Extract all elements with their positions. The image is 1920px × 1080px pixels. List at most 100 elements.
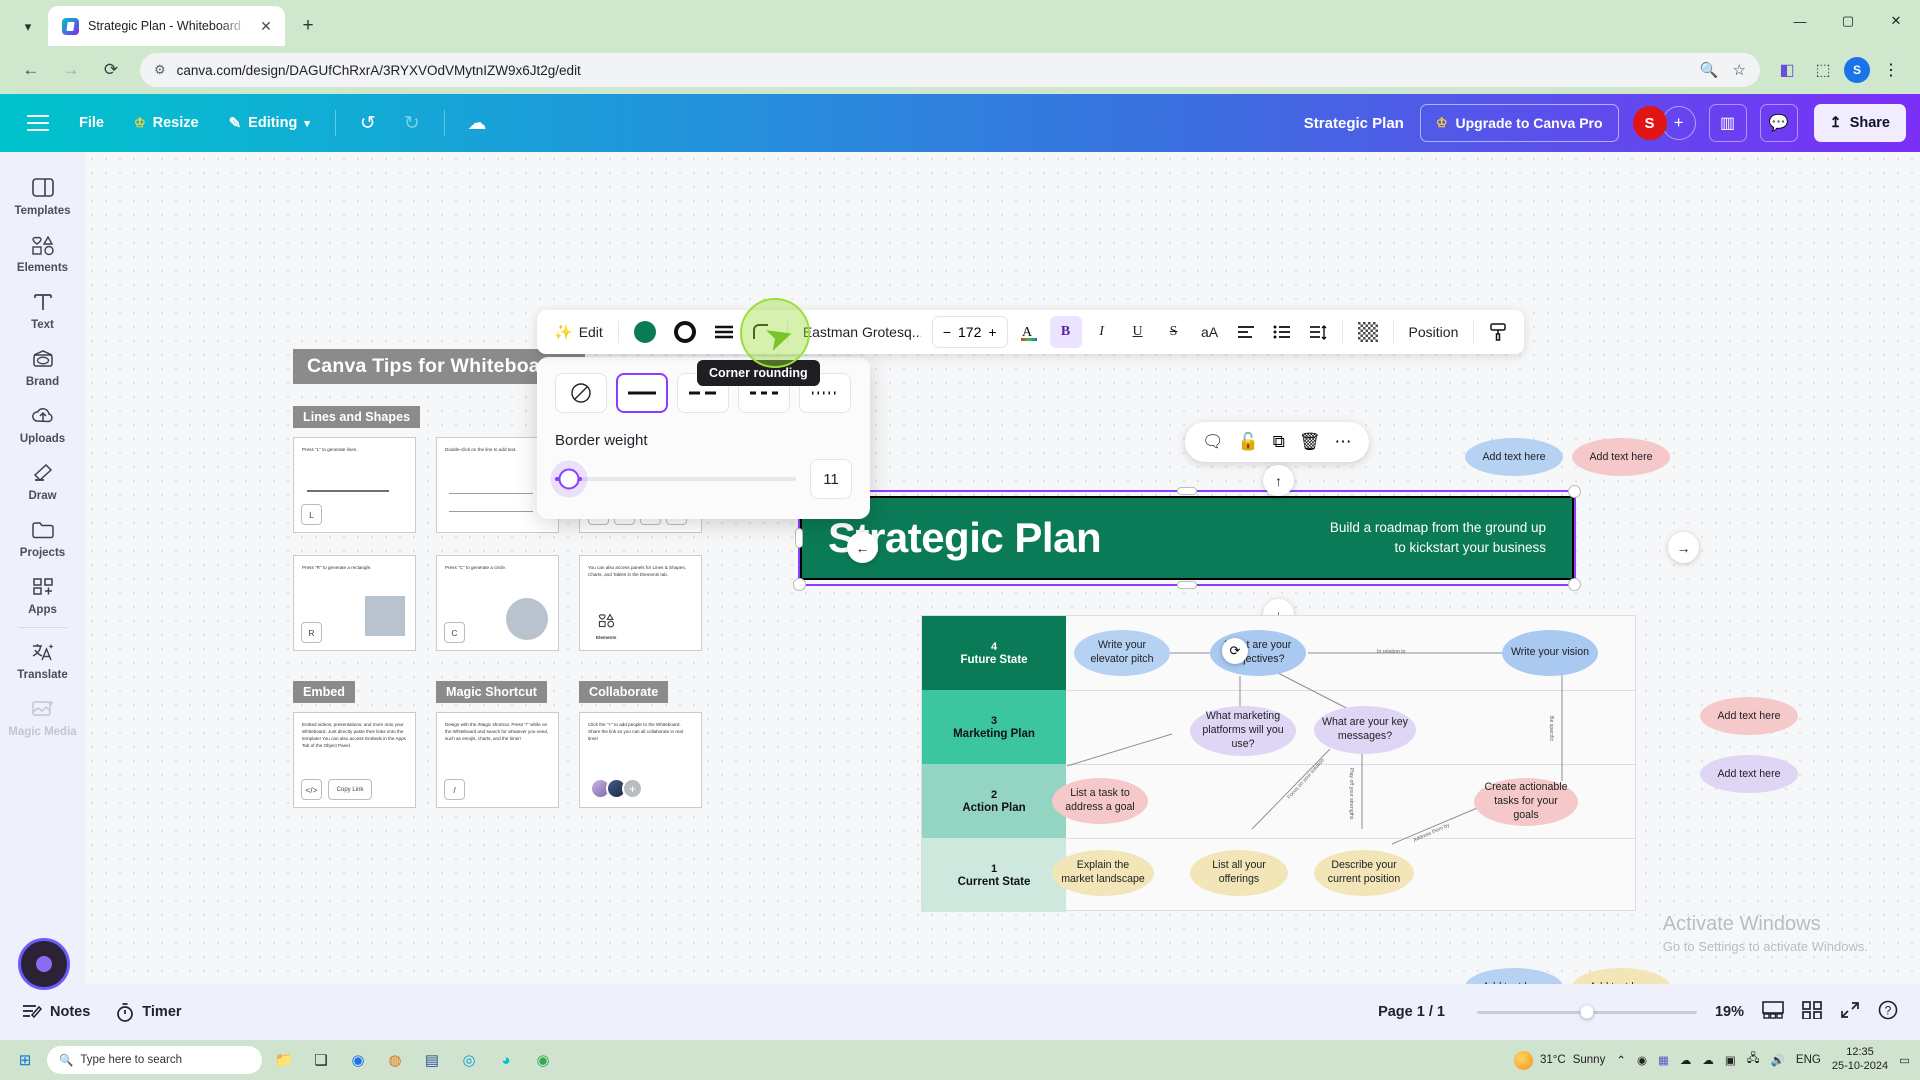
tray-onedrive-icon[interactable]: ☁ — [1680, 1053, 1692, 1067]
list-button[interactable] — [1266, 316, 1298, 348]
extensions-puzzle-icon[interactable]: ⬚ — [1808, 55, 1838, 85]
font-color-button[interactable]: A — [1012, 316, 1046, 348]
site-settings-icon[interactable]: ⚙ — [154, 62, 166, 78]
sidebar-item-translate[interactable]: Translate — [5, 630, 81, 687]
more-icon[interactable]: ⋯ — [1335, 432, 1352, 452]
transparency-button[interactable] — [1351, 316, 1385, 348]
resize-handle-top[interactable] — [1177, 487, 1197, 495]
fullscreen-icon[interactable] — [1840, 1001, 1860, 1024]
zoom-slider-knob[interactable] — [1580, 1005, 1594, 1019]
border-weight-value[interactable]: 11 — [810, 459, 852, 499]
sidebar-item-magic-media[interactable]: Magic Media — [5, 687, 81, 744]
add-text-bubble[interactable]: Add text here — [1572, 968, 1670, 984]
notification-center-icon[interactable]: ▭ — [1899, 1053, 1910, 1067]
recorder-button[interactable] — [18, 938, 70, 990]
add-text-bubble[interactable]: Add text here — [1700, 697, 1798, 735]
font-size-increase[interactable]: + — [988, 324, 996, 340]
diagram-node[interactable]: Explain the market landscape — [1052, 850, 1154, 896]
resize-handle-bl[interactable] — [793, 578, 806, 591]
start-button[interactable]: ⊞ — [10, 1045, 40, 1075]
strikethrough-button[interactable]: S — [1158, 316, 1190, 348]
window-minimize-button[interactable]: — — [1776, 4, 1824, 38]
strategic-plan-banner[interactable]: Strategic Plan Build a roadmap from the … — [800, 496, 1574, 580]
reload-icon[interactable]: ⟳ — [94, 53, 128, 87]
diagram-node[interactable]: Write your elevator pitch — [1074, 630, 1170, 676]
tray-record-icon[interactable]: ◉ — [1637, 1053, 1647, 1067]
window-maximize-button[interactable]: ▢ — [1824, 4, 1872, 38]
move-up-button[interactable]: ↑ — [1263, 465, 1294, 496]
file-menu-button[interactable]: File — [66, 104, 117, 142]
add-text-bubble[interactable]: Add text here — [1572, 438, 1670, 476]
border-style-button[interactable] — [707, 316, 741, 348]
taskbar-taskview-icon[interactable]: ❏ — [306, 1045, 336, 1075]
main-menu-button[interactable] — [14, 104, 62, 142]
diagram-stage-1[interactable]: 1 Current State — [922, 838, 1066, 912]
diagram-stage-2[interactable]: 2 Action Plan — [922, 764, 1066, 838]
border-weight-slider[interactable] — [555, 468, 796, 490]
duplicate-icon[interactable]: ⧉ — [1273, 432, 1285, 452]
sidebar-item-elements[interactable]: Elements — [5, 223, 81, 280]
tray-language[interactable]: ENG — [1796, 1054, 1821, 1066]
help-icon[interactable]: ? — [1878, 1000, 1898, 1025]
sidebar-item-draw[interactable]: Draw — [5, 451, 81, 508]
tray-cloud-icon[interactable]: ☁ — [1702, 1053, 1714, 1067]
tip-card[interactable]: You can also access panels for Lines & S… — [579, 555, 702, 651]
share-button[interactable]: ↥ Share — [1813, 104, 1906, 142]
sidebar-item-text[interactable]: Text — [5, 280, 81, 337]
weather-widget[interactable]: 31°C Sunny — [1514, 1050, 1605, 1070]
forward-icon[interactable]: → — [54, 53, 88, 87]
timer-button[interactable]: Timer — [116, 1002, 182, 1022]
bookmark-star-icon[interactable]: ☆ — [1733, 61, 1746, 79]
zoom-percent[interactable]: 19% — [1715, 1004, 1744, 1020]
sidebar-item-brand[interactable]: Brand — [5, 337, 81, 394]
sidebar-item-uploads[interactable]: Uploads — [5, 394, 81, 451]
add-text-bubble[interactable]: Add text here — [1465, 968, 1563, 984]
browser-menu-icon[interactable]: ⋮ — [1876, 55, 1906, 85]
font-size-decrease[interactable]: − — [943, 324, 951, 340]
undo-button[interactable]: ↺ — [348, 103, 388, 143]
resize-handle-bottom[interactable] — [1177, 581, 1197, 589]
sidebar-item-templates[interactable]: Templates — [5, 166, 81, 223]
taskbar-canva-icon[interactable]: ◕ — [491, 1045, 521, 1075]
user-avatar[interactable]: S — [1632, 106, 1667, 140]
taskbar-search[interactable]: 🔍 Type here to search — [47, 1046, 262, 1074]
border-style-solid[interactable] — [616, 373, 668, 413]
sidebar-item-projects[interactable]: Projects — [5, 508, 81, 565]
invite-members-button[interactable]: + — [1661, 106, 1696, 140]
add-text-bubble[interactable]: Add text here — [1465, 438, 1563, 476]
browser-profile-avatar[interactable]: S — [1844, 57, 1870, 83]
slider-knob[interactable] — [558, 468, 580, 490]
underline-button[interactable]: U — [1122, 316, 1154, 348]
grid-view-icon[interactable] — [1802, 1000, 1822, 1024]
tab-list-chevron-icon[interactable]: ▾ — [8, 8, 48, 46]
move-left-button[interactable]: ← — [847, 532, 878, 563]
copy-style-button[interactable] — [1482, 316, 1514, 348]
diagram-node[interactable]: What are your key messages? — [1314, 706, 1416, 754]
font-family-button[interactable]: Eastman Grotesq... — [796, 316, 928, 348]
page-view-icon[interactable] — [1762, 1000, 1784, 1024]
italic-button[interactable]: I — [1086, 316, 1118, 348]
font-size-stepper[interactable]: − 172 + — [931, 316, 1008, 348]
edit-button[interactable]: ✨ Edit — [547, 316, 610, 348]
line-spacing-button[interactable] — [1302, 316, 1334, 348]
tip-card[interactable]: Embed videos, presentations, and more on… — [293, 712, 416, 808]
diagram-node[interactable]: Create actionable tasks for your goals — [1474, 778, 1578, 826]
tip-card[interactable]: Click the "+" to add people to the White… — [579, 712, 702, 808]
position-button[interactable]: Position — [1402, 316, 1466, 348]
diagram-node[interactable]: Describe your current position — [1314, 850, 1414, 896]
taskbar-chrome2-icon[interactable]: ◉ — [528, 1045, 558, 1075]
tray-network-icon[interactable]: 🖧 — [1747, 1051, 1760, 1070]
taskbar-clock[interactable]: 12:35 25-10-2024 — [1832, 1046, 1888, 1074]
back-icon[interactable]: ← — [14, 53, 48, 87]
tip-card[interactable]: Design with the /Magic shortcut. Press "… — [436, 712, 559, 808]
add-person-avatar[interactable]: + — [622, 778, 643, 799]
tray-teams-icon[interactable]: ▦ — [1658, 1053, 1669, 1067]
browser-tab[interactable]: Strategic Plan - Whiteboard - C ✕ — [48, 6, 285, 46]
taskbar-word-icon[interactable]: ▤ — [417, 1045, 447, 1075]
strategic-plan-diagram[interactable]: 4 Future State 3 Marketing Plan 2 Action… — [921, 615, 1636, 912]
extension-icon[interactable]: ◧ — [1772, 55, 1802, 85]
sidebar-item-apps[interactable]: Apps — [5, 565, 81, 622]
letter-case-button[interactable]: aA — [1194, 316, 1226, 348]
bold-button[interactable]: B — [1049, 316, 1082, 348]
taskbar-edge-icon[interactable]: ◎ — [454, 1045, 484, 1075]
